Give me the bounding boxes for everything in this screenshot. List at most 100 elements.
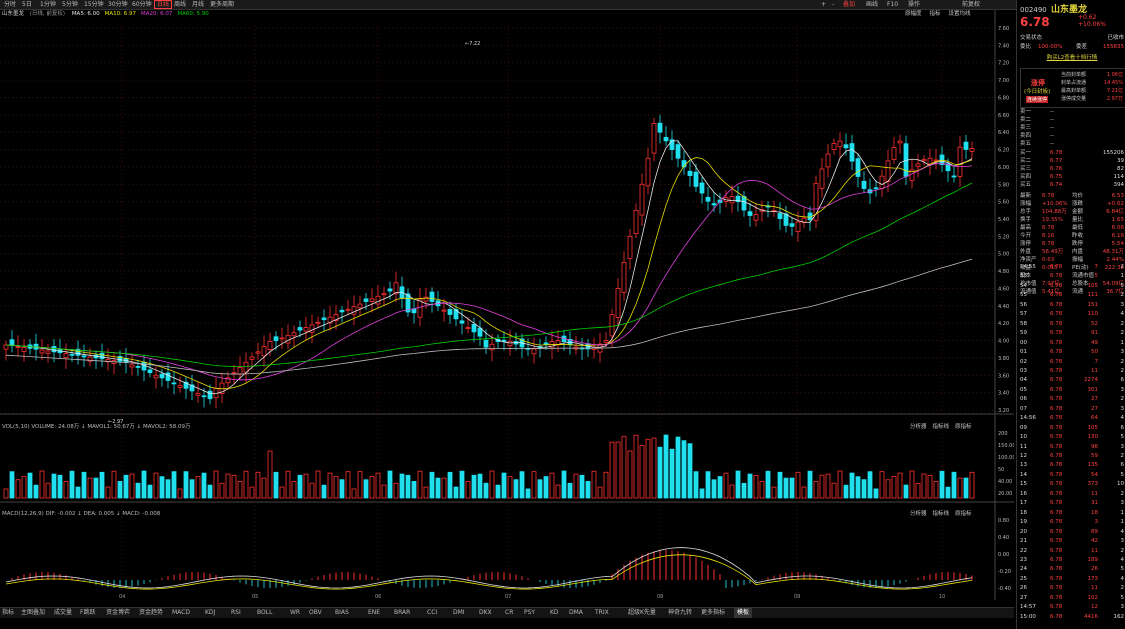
price-tick-label: 6.80	[998, 95, 1009, 101]
tick-volume: 52	[1091, 320, 1098, 327]
candle-body	[729, 196, 735, 204]
tick-volume: 105	[1087, 282, 1099, 289]
toolbar-right-item[interactable]: 画线	[866, 0, 878, 9]
tick-deals: 2	[1120, 264, 1125, 270]
indicator-tab[interactable]: CR	[505, 608, 513, 618]
indicator-tab[interactable]: 更多指标	[701, 608, 725, 618]
indicator-tab[interactable]: RSI	[231, 608, 241, 618]
indicator-tab[interactable]: WR	[290, 608, 300, 618]
volume-option-button[interactable]: 原指标	[955, 424, 972, 430]
toolbar-right-item[interactable]: 叠加	[843, 0, 855, 9]
candle-body	[375, 295, 381, 305]
volume-bar	[423, 486, 429, 499]
period-tab[interactable]: 1分钟	[38, 0, 58, 9]
volume-bar	[213, 470, 219, 499]
volume-bar	[909, 470, 915, 499]
stat-key: 换手	[1020, 217, 1032, 223]
indicator-tab[interactable]: BIAS	[335, 608, 349, 618]
indicator-tab[interactable]: ENE	[368, 608, 380, 618]
tick-deals: 2	[1120, 585, 1125, 592]
tick-time: 03	[1020, 367, 1027, 374]
indicator-tab[interactable]: KDJ	[205, 608, 215, 618]
indicator-tab[interactable]: 主图叠加	[21, 608, 45, 618]
tick-volume: 105	[1087, 424, 1099, 431]
tick-volume: 5	[1094, 273, 1099, 280]
tick-row: 13 6.78 135 6	[1020, 461, 1124, 469]
indicator-tab[interactable]: BRAR	[394, 608, 410, 618]
volume-bar	[165, 479, 171, 499]
kline-chart-area[interactable]: 7.60 7.40 7.20 7.00 6.80 6.60 6.40 6.20 6.00 5.80…	[0, 10, 1016, 600]
macd-option-button[interactable]: 分析器	[910, 511, 927, 517]
candle-body	[15, 346, 21, 349]
indicator-tab[interactable]: 资金趋势	[139, 608, 163, 618]
toolbar-right-item[interactable]: +	[821, 0, 826, 9]
buy-level-volume: 39	[1117, 158, 1124, 164]
stat-key: 外盘	[1020, 249, 1032, 255]
candle-body	[285, 334, 291, 344]
volume-bar	[513, 479, 519, 499]
period-tab[interactable]: 30分钟	[106, 0, 130, 9]
indicator-tab[interactable]: F跳跃	[80, 608, 95, 618]
candle-body	[369, 298, 375, 303]
indicator-tab[interactable]: 神奇九转	[668, 608, 692, 618]
chart-option-button[interactable]: 设置均线	[949, 11, 971, 17]
toolbar-right-item[interactable]: 操作	[908, 0, 920, 9]
indicator-tab[interactable]: DMI	[453, 608, 465, 618]
period-tab[interactable]: 月线	[190, 0, 206, 9]
period-tab[interactable]: 分时	[2, 0, 18, 9]
tick-deals: 4	[1120, 575, 1125, 582]
volume-bar	[261, 477, 267, 499]
l2-link[interactable]: 购买L2查看十档行情	[1020, 54, 1124, 62]
toolbar-right-item[interactable]: F10	[887, 0, 898, 9]
macd-option-button[interactable]: 原指标	[955, 511, 972, 517]
period-tab[interactable]: 60分钟	[130, 0, 154, 9]
tick-price: 6.78	[1050, 443, 1063, 450]
indicator-tab[interactable]: 指标	[2, 608, 14, 618]
tick-deals: 1	[1120, 509, 1125, 516]
volume-bar	[357, 471, 363, 499]
indicator-tab[interactable]: TRIX	[595, 608, 609, 618]
indicator-tab[interactable]: CCI	[427, 608, 437, 618]
period-tab[interactable]: 15分钟	[82, 0, 106, 9]
indicator-tab[interactable]: OBV	[309, 608, 322, 618]
chart-option-button[interactable]: 指标	[930, 11, 941, 17]
period-tab[interactable]: 5分钟	[60, 0, 80, 9]
volume-tick-label: 100.00	[998, 455, 1014, 461]
volume-bar	[279, 486, 285, 499]
period-tab[interactable]: 日线	[154, 0, 173, 9]
indicator-tab[interactable]: KD	[550, 608, 559, 618]
indicator-tab[interactable]: BOLL	[257, 608, 272, 618]
tick-volume: 11	[1091, 585, 1098, 592]
chart-option-button[interactable]: 原幅度	[905, 11, 922, 17]
macd-header: MACD(12,26,9) DIF: -0.002 ↓ DEA: 0.005 ↓…	[2, 511, 161, 517]
tick-deals: 5	[1120, 434, 1125, 441]
period-tab[interactable]: 5日	[20, 0, 34, 9]
stat-key: 跌停	[1072, 241, 1084, 247]
indicator-tab[interactable]: DKX	[479, 608, 492, 618]
indicator-tab[interactable]: DMA	[569, 608, 583, 618]
volume-option-button[interactable]: 指标线	[933, 424, 950, 430]
indicator-tab[interactable]: 资金博弈	[106, 608, 130, 618]
volume-option-button[interactable]: 分析器	[910, 424, 927, 430]
toolbar-right-item[interactable]: -	[832, 0, 834, 9]
candle-body	[711, 203, 717, 206]
ma-long-line	[5, 258, 973, 375]
candle-body	[309, 324, 315, 333]
volume-bar	[159, 476, 165, 499]
indicator-tab[interactable]: 模板	[734, 608, 753, 618]
tick-price: 6.78	[1050, 566, 1063, 573]
indicator-tab[interactable]: 成交量	[54, 608, 72, 618]
volume-bar	[255, 471, 261, 499]
toolbar-right-item[interactable]: 前复权	[962, 0, 980, 9]
period-tab[interactable]: 更多周期	[208, 0, 236, 9]
tick-price: 6.78	[1050, 349, 1063, 356]
indicator-tab[interactable]: MACD	[172, 608, 190, 618]
candle-body	[249, 356, 255, 360]
macd-option-button[interactable]: 指标线	[933, 511, 950, 517]
indicator-tab[interactable]: 超级K先量	[628, 608, 656, 618]
period-tab[interactable]: 周线	[172, 0, 188, 9]
price-tick-label: 3.60	[998, 373, 1009, 379]
candle-body	[363, 298, 369, 302]
tick-price: 6.78	[1050, 490, 1063, 497]
indicator-tab[interactable]: PSY	[524, 608, 535, 618]
